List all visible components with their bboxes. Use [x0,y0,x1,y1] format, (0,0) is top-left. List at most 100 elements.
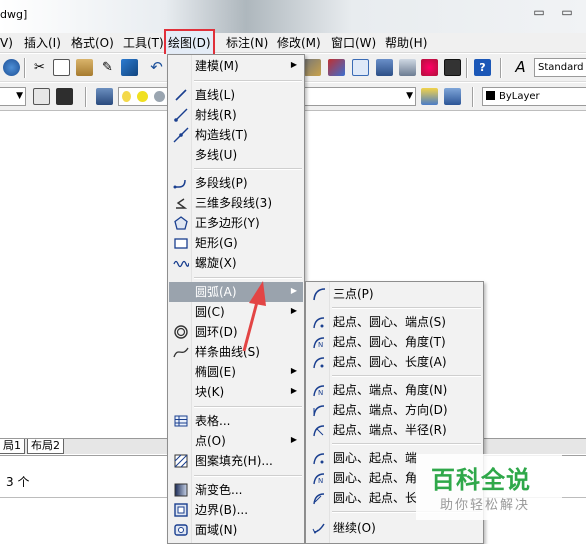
menu-item-gradient[interactable]: 渐变色... [169,480,303,500]
submenu-item-3point[interactable]: 三点(P) [307,284,482,304]
submenu-item-continue[interactable]: 继续(O) [307,518,482,538]
menu-item-xline[interactable]: 构造线(T) [169,125,303,145]
menu-item-label: 圆心、起点、角 [333,471,418,485]
menu-tools[interactable]: 工具(T) [123,35,164,52]
calculator-icon[interactable] [444,59,461,76]
menu-item-modeling[interactable]: 建模(M) ▶ [169,56,303,76]
layer-properties-icon[interactable] [96,88,113,105]
menu-item-label: 多线(U) [195,148,238,162]
globe-icon[interactable] [3,59,20,76]
menu-item-helix[interactable]: 螺旋(X) [169,253,303,273]
text-style-icon[interactable]: A [512,59,529,76]
menu-item-label: 起点、端点、方向(D) [333,403,448,417]
tool-palettes-icon[interactable] [376,59,393,76]
menu-item-ray[interactable]: 射线(R) [169,105,303,125]
menu-item-rectangle[interactable]: 矩形(G) [169,233,303,253]
help-icon[interactable]: ? [474,59,491,76]
tab-layout1[interactable]: 局1 [0,439,25,454]
submenu-arrow-icon: ▶ [290,435,297,444]
properties-icon[interactable] [328,59,345,76]
menu-insert[interactable]: 插入(I) [24,35,61,52]
menu-item-polyline[interactable]: 多段线(P) [169,173,303,193]
menu-item-block[interactable]: 块(K) ▶ [169,382,303,402]
arc-continue-icon [312,523,325,534]
menu-modify[interactable]: 修改(M) [277,35,321,52]
menu-item-label: 圆弧(A) [195,285,237,299]
menu-format[interactable]: 格式(O) [71,35,114,52]
menu-item-polygon[interactable]: 正多边形(Y) [169,213,303,233]
menu-separator [194,475,302,477]
menu-separator [332,375,481,377]
submenu-arrow-icon: ▶ [290,60,297,69]
freeze-icon [154,91,166,102]
menu-item-boundary[interactable]: 边界(B)... [169,500,303,520]
color-select[interactable]: ByLayer [482,87,586,106]
color-value: ByLayer [499,91,540,102]
menu-item-multiline[interactable]: 多线(U) [169,145,303,165]
menu-item-label: 边界(B)... [195,503,249,517]
menu-item-hatch[interactable]: 图案填充(H)... [169,451,303,471]
toolbar-separator [24,58,26,78]
rectangle-icon [174,238,188,249]
workspace-toggle-icon[interactable] [56,88,73,105]
menu-window[interactable]: 窗口(W) [331,35,376,52]
submenu-item-start-center-angle[interactable]: N 起点、圆心、角度(T) [307,332,482,352]
submenu-item-start-center-length[interactable]: 起点、圆心、长度(A) [307,352,482,372]
svg-text:N: N [318,477,323,485]
table-icon [174,415,188,427]
copy-icon[interactable] [53,59,70,76]
paste-icon[interactable] [76,59,93,76]
menu-item-label: 直线(L) [195,88,236,102]
menu-item-label: 面域(N) [195,523,238,537]
submenu-item-start-end-radius[interactable]: 起点、端点、半径(R) [307,420,482,440]
menu-item-label: 图案填充(H)... [195,454,273,468]
menu-item-line[interactable]: 直线(L) [169,85,303,105]
cut-icon[interactable]: ✂ [31,59,48,76]
menu-help[interactable]: 帮助(H) [385,35,427,52]
menu-item-table[interactable]: 表格... [169,411,303,431]
menu-item-label: 三维多段线(3) [195,196,272,210]
match-properties-icon[interactable]: ✎ [99,59,116,76]
menu-item-label: 点(O) [195,434,226,448]
arc-center-start-end-icon [313,453,325,465]
arc-3point-icon [313,288,326,301]
menu-item-label: 块(K) [195,385,225,399]
menu-item-ellipse[interactable]: 椭圆(E) ▶ [169,362,303,382]
submenu-item-start-end-angle[interactable]: N 起点、端点、角度(N) [307,380,482,400]
submenu-item-start-center-end[interactable]: 起点、圆心、端点(S) [307,312,482,332]
make-current-layer-icon[interactable] [421,88,438,105]
menu-draw[interactable]: 绘图(D) [164,29,215,57]
menu-dimension[interactable]: 标注(N) [226,35,268,52]
menu-separator [194,168,302,170]
arc-start-end-direction-icon [313,405,325,417]
menu-item-spline[interactable]: 样条曲线(S) [169,342,303,362]
minimize-icon[interactable]: ▭ [528,4,550,22]
menu-item-donut[interactable]: 圆环(D) [169,322,303,342]
text-style-select[interactable]: Standard [534,58,586,77]
menu-item-circle[interactable]: 圆(C) ▶ [169,302,303,322]
layer-previous-icon[interactable] [444,88,461,105]
markup-icon[interactable] [421,59,438,76]
tab-layout2[interactable]: 布局2 [27,439,64,454]
maximize-icon[interactable]: ▭ [556,4,578,22]
arc-start-center-end-icon [313,317,325,329]
menu-item-region[interactable]: 面域(N) [169,520,303,540]
menu-item-point[interactable]: 点(O) ▶ [169,431,303,451]
menu-item-arc[interactable]: 圆弧(A) ▶ [169,282,303,302]
submenu-item-start-end-direction[interactable]: 起点、端点、方向(D) [307,400,482,420]
design-center-icon[interactable] [352,59,369,76]
workspace-select[interactable]: ▼ [0,87,26,106]
undo-icon[interactable]: ↶ [148,59,165,76]
donut-icon [174,325,188,339]
block-editor-icon[interactable] [121,59,138,76]
command-history-line: 3 个 [6,475,30,489]
workspace-settings-icon[interactable] [33,88,50,105]
menu-item-label: 矩形(G) [195,236,238,250]
menu-item-label: 起点、圆心、端点(S) [333,315,446,329]
menu-item-3d-polyline[interactable]: 三维多段线(3) [169,193,303,213]
pan-icon[interactable] [304,59,321,76]
menu-separator [194,277,302,279]
line-icon [175,89,187,101]
sheet-set-icon[interactable] [399,59,416,76]
menu-view[interactable]: V) [0,35,13,52]
